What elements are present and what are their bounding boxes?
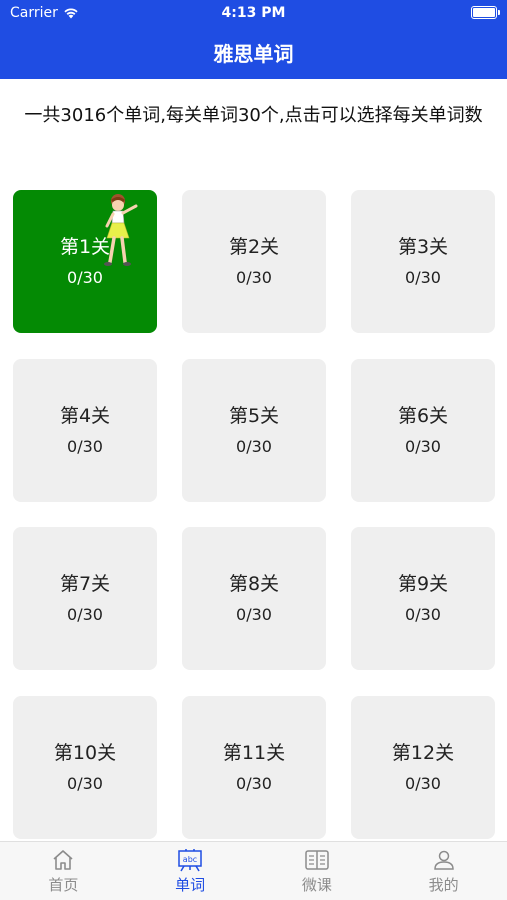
level-progress: 0/30 bbox=[405, 268, 441, 287]
level-label: 第6关 bbox=[397, 405, 449, 427]
tab-label: 微课 bbox=[301, 876, 332, 894]
person-icon bbox=[433, 850, 454, 870]
app-header: Carrier 4:13 PM 雅思单词 bbox=[0, 0, 507, 79]
book-icon bbox=[305, 850, 329, 870]
svg-text:abc: abc bbox=[183, 855, 197, 864]
level-description[interactable]: 一共3016个单词,每关单词30个,点击可以选择每关单词数 bbox=[20, 104, 487, 128]
level-card-11[interactable]: 第11关 0/30 bbox=[182, 696, 326, 839]
tab-home[interactable]: 首页 bbox=[0, 842, 127, 900]
level-card-9[interactable]: 第9关 0/30 bbox=[351, 527, 495, 670]
level-progress: 0/30 bbox=[405, 437, 441, 456]
level-card-4[interactable]: 第4关 0/30 bbox=[13, 359, 157, 502]
level-label: 第10关 bbox=[53, 742, 117, 764]
home-icon bbox=[53, 850, 73, 870]
cartoon-girl-icon bbox=[104, 194, 138, 266]
status-bar: Carrier 4:13 PM bbox=[0, 0, 507, 28]
level-label: 第9关 bbox=[397, 573, 449, 595]
level-label: 第8关 bbox=[228, 573, 280, 595]
tab-words[interactable]: abc 单词 bbox=[127, 842, 254, 900]
level-label: 第5关 bbox=[228, 405, 280, 427]
level-label: 第12关 bbox=[391, 742, 455, 764]
level-progress: 0/30 bbox=[236, 437, 272, 456]
level-progress: 0/30 bbox=[236, 268, 272, 287]
clock: 4:13 PM bbox=[221, 5, 286, 21]
level-progress: 0/30 bbox=[236, 774, 272, 793]
tab-label: 我的 bbox=[428, 876, 459, 894]
level-card-3[interactable]: 第3关 0/30 bbox=[351, 190, 495, 333]
level-progress: 0/30 bbox=[67, 774, 103, 793]
level-label: 第11关 bbox=[222, 742, 286, 764]
level-progress: 0/30 bbox=[67, 437, 103, 456]
level-card-2[interactable]: 第2关 0/30 bbox=[182, 190, 326, 333]
battery-icon bbox=[471, 6, 500, 19]
level-progress: 0/30 bbox=[67, 605, 103, 624]
level-progress: 0/30 bbox=[236, 605, 272, 624]
level-progress: 0/30 bbox=[405, 774, 441, 793]
level-card-6[interactable]: 第6关 0/30 bbox=[351, 359, 495, 502]
level-card-8[interactable]: 第8关 0/30 bbox=[182, 527, 326, 670]
level-card-1[interactable]: 第1关 0/30 bbox=[13, 190, 157, 333]
level-label: 第7关 bbox=[59, 573, 111, 595]
tab-label: 单词 bbox=[175, 876, 206, 894]
level-grid: 第1关 0/30 第2关 0/30 第3关 0/30 第4关 0/30 第5关 … bbox=[13, 190, 495, 840]
level-label: 第4关 bbox=[59, 405, 111, 427]
level-label: 第3关 bbox=[397, 236, 449, 258]
tab-profile[interactable]: 我的 bbox=[380, 842, 507, 900]
tab-bar: 首页 abc 单词 微课 我的 bbox=[0, 841, 507, 900]
level-card-7[interactable]: 第7关 0/30 bbox=[13, 527, 157, 670]
abc-board-icon: abc bbox=[178, 849, 202, 872]
level-progress: 0/30 bbox=[405, 605, 441, 624]
page-title: 雅思单词 bbox=[213, 42, 294, 66]
tab-label: 首页 bbox=[48, 876, 79, 894]
level-card-10[interactable]: 第10关 0/30 bbox=[13, 696, 157, 839]
level-card-12[interactable]: 第12关 0/30 bbox=[351, 696, 495, 839]
tab-microlesson[interactable]: 微课 bbox=[254, 842, 381, 900]
level-label: 第2关 bbox=[228, 236, 280, 258]
level-card-5[interactable]: 第5关 0/30 bbox=[182, 359, 326, 502]
